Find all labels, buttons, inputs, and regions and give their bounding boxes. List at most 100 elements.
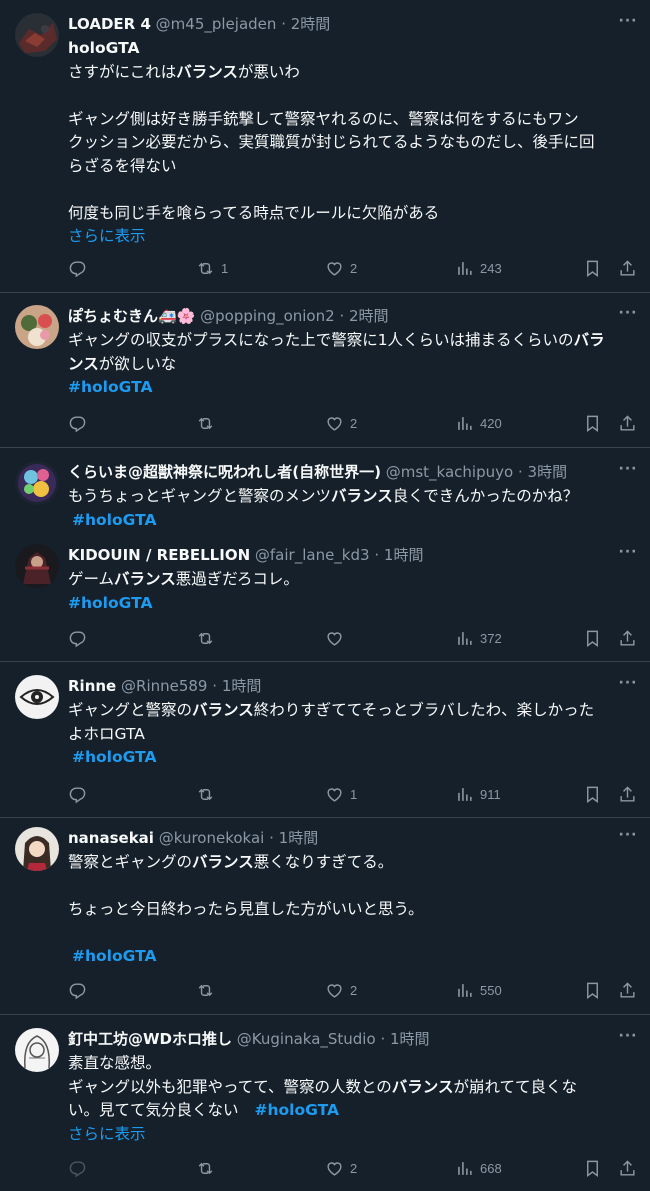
display-name[interactable]: Rinne xyxy=(68,677,116,695)
user-handle[interactable]: @kuronekokai xyxy=(159,829,265,847)
timestamp[interactable]: 1時間 xyxy=(222,677,262,695)
views-button[interactable]: 668 xyxy=(455,1158,502,1178)
tweet-header: くらいま@超獣神祭に呪われし者(自称世界一) @mst_kachipuyo · … xyxy=(68,461,567,483)
retweet-button[interactable] xyxy=(196,413,215,433)
view-count: 550 xyxy=(480,982,502,998)
more-options-icon[interactable]: ··· xyxy=(618,461,638,477)
bookmark-button[interactable] xyxy=(583,413,602,433)
avatar[interactable] xyxy=(15,544,59,588)
display-name[interactable]: nanasekai xyxy=(68,829,154,847)
user-handle[interactable]: @m45_plejaden xyxy=(156,15,277,33)
more-options-icon[interactable]: ··· xyxy=(618,13,638,29)
tweet-loader4[interactable]: LOADER 4 @m45_plejaden · 2時間 ··· holoGTA… xyxy=(0,0,650,292)
timestamp[interactable]: 1時間 xyxy=(384,546,424,564)
reply-icon xyxy=(68,1159,87,1178)
tweet-nanasekai[interactable]: nanasekai @kuronekokai · 1時間 ··· 警察とギャング… xyxy=(0,818,650,1014)
reply-button[interactable] xyxy=(68,784,87,804)
reply-button[interactable] xyxy=(68,258,87,278)
user-handle[interactable]: @popping_onion2 xyxy=(200,307,335,325)
tweet-kidouin[interactable]: KIDOUIN / REBELLION @fair_lane_kd3 · 1時間… xyxy=(0,538,650,661)
timestamp[interactable]: 1時間 xyxy=(279,829,319,847)
like-button[interactable]: 2 xyxy=(325,413,357,433)
tweet-kuginaka[interactable]: 釘中工坊@WDホロ推し @Kuginaka_Studio · 1時間 ··· 素… xyxy=(0,1015,650,1191)
view-count: 420 xyxy=(480,415,502,431)
user-handle[interactable]: @fair_lane_kd3 xyxy=(255,546,370,564)
views-button[interactable]: 420 xyxy=(455,413,502,433)
like-count: 2 xyxy=(350,1160,358,1176)
like-button[interactable]: 2 xyxy=(325,980,357,1000)
show-more-link[interactable]: さらに表示 xyxy=(68,225,640,249)
hashtag-link[interactable]: #holoGTA xyxy=(68,945,640,969)
separator-dot: · xyxy=(212,677,218,695)
views-icon xyxy=(455,981,474,1000)
views-icon xyxy=(455,259,474,278)
views-button[interactable]: 911 xyxy=(455,784,501,804)
like-button[interactable]: 1 xyxy=(325,784,357,804)
reply-button[interactable] xyxy=(68,980,87,1000)
more-options-icon[interactable]: ··· xyxy=(618,675,638,691)
hashtag-link[interactable]: #holoGTA xyxy=(68,592,640,616)
like-icon xyxy=(325,1159,344,1178)
action-bar: 372 xyxy=(68,628,640,648)
display-name[interactable]: 釘中工坊@WDホロ推し xyxy=(68,1030,232,1048)
share-button[interactable] xyxy=(618,980,637,1000)
bookmark-button[interactable] xyxy=(583,258,602,278)
timestamp[interactable]: 3時間 xyxy=(528,463,568,481)
tweet-pochomukin[interactable]: ぽちょむきん🚑🌸 @popping_onion2 · 2時間 ··· ギャングの… xyxy=(0,293,650,447)
tweet-kuraima[interactable]: くらいま@超獣神祭に呪われし者(自称世界一) @mst_kachipuyo · … xyxy=(0,448,650,538)
hashtag-link[interactable]: #holoGTA xyxy=(68,746,640,770)
like-button[interactable] xyxy=(325,628,344,648)
more-options-icon[interactable]: ··· xyxy=(618,305,638,321)
reply-button[interactable] xyxy=(68,1158,87,1178)
share-button[interactable] xyxy=(618,784,637,804)
display-name[interactable]: KIDOUIN / REBELLION xyxy=(68,546,250,564)
like-icon xyxy=(325,414,344,433)
retweet-button[interactable] xyxy=(196,1158,215,1178)
retweet-icon xyxy=(196,629,215,648)
more-options-icon[interactable]: ··· xyxy=(618,827,638,843)
views-button[interactable]: 243 xyxy=(455,258,502,278)
bookmark-button[interactable] xyxy=(583,628,602,648)
retweet-button[interactable] xyxy=(196,628,215,648)
like-count: 2 xyxy=(350,260,358,276)
action-bar: 2 420 xyxy=(68,413,640,433)
views-button[interactable]: 372 xyxy=(455,628,502,648)
hashtag-link[interactable]: #holoGTA xyxy=(68,509,640,533)
retweet-button[interactable] xyxy=(196,784,215,804)
display-name[interactable]: ぽちょむきん🚑🌸 xyxy=(68,307,195,325)
timestamp[interactable]: 2時間 xyxy=(291,15,331,33)
avatar[interactable] xyxy=(15,13,59,57)
hashtag-link[interactable]: #holoGTA xyxy=(68,376,640,400)
avatar[interactable] xyxy=(15,1028,59,1072)
avatar[interactable] xyxy=(15,305,59,349)
timestamp[interactable]: 2時間 xyxy=(349,307,389,325)
more-options-icon[interactable]: ··· xyxy=(618,544,638,560)
like-button[interactable]: 2 xyxy=(325,258,357,278)
share-button[interactable] xyxy=(618,258,637,278)
avatar[interactable] xyxy=(15,675,59,719)
share-button[interactable] xyxy=(618,628,637,648)
reply-button[interactable] xyxy=(68,413,87,433)
display-name[interactable]: LOADER 4 xyxy=(68,15,151,33)
show-more-link[interactable]: さらに表示 xyxy=(68,1123,640,1147)
avatar[interactable] xyxy=(15,461,59,505)
timestamp[interactable]: 1時間 xyxy=(390,1030,430,1048)
like-button[interactable]: 2 xyxy=(325,1158,357,1178)
bookmark-button[interactable] xyxy=(583,784,602,804)
bookmark-button[interactable] xyxy=(583,980,602,1000)
avatar[interactable] xyxy=(15,827,59,871)
retweet-button[interactable] xyxy=(196,980,215,1000)
display-name[interactable]: くらいま@超獣神祭に呪われし者(自称世界一) xyxy=(68,463,381,481)
share-button[interactable] xyxy=(618,1158,637,1178)
more-options-icon[interactable]: ··· xyxy=(618,1028,638,1044)
user-handle[interactable]: @Kuginaka_Studio xyxy=(237,1030,376,1048)
user-handle[interactable]: @Rinne589 xyxy=(121,677,207,695)
tweet-rinne[interactable]: Rinne @Rinne589 · 1時間 ··· ギャングと警察のバランス終わ… xyxy=(0,662,650,817)
retweet-button[interactable]: 1 xyxy=(196,258,228,278)
views-button[interactable]: 550 xyxy=(455,980,502,1000)
bookmark-button[interactable] xyxy=(583,1158,602,1178)
share-button[interactable] xyxy=(618,413,637,433)
reply-button[interactable] xyxy=(68,628,87,648)
hashtag-link[interactable]: #holoGTA xyxy=(255,1101,339,1119)
user-handle[interactable]: @mst_kachipuyo xyxy=(386,463,513,481)
